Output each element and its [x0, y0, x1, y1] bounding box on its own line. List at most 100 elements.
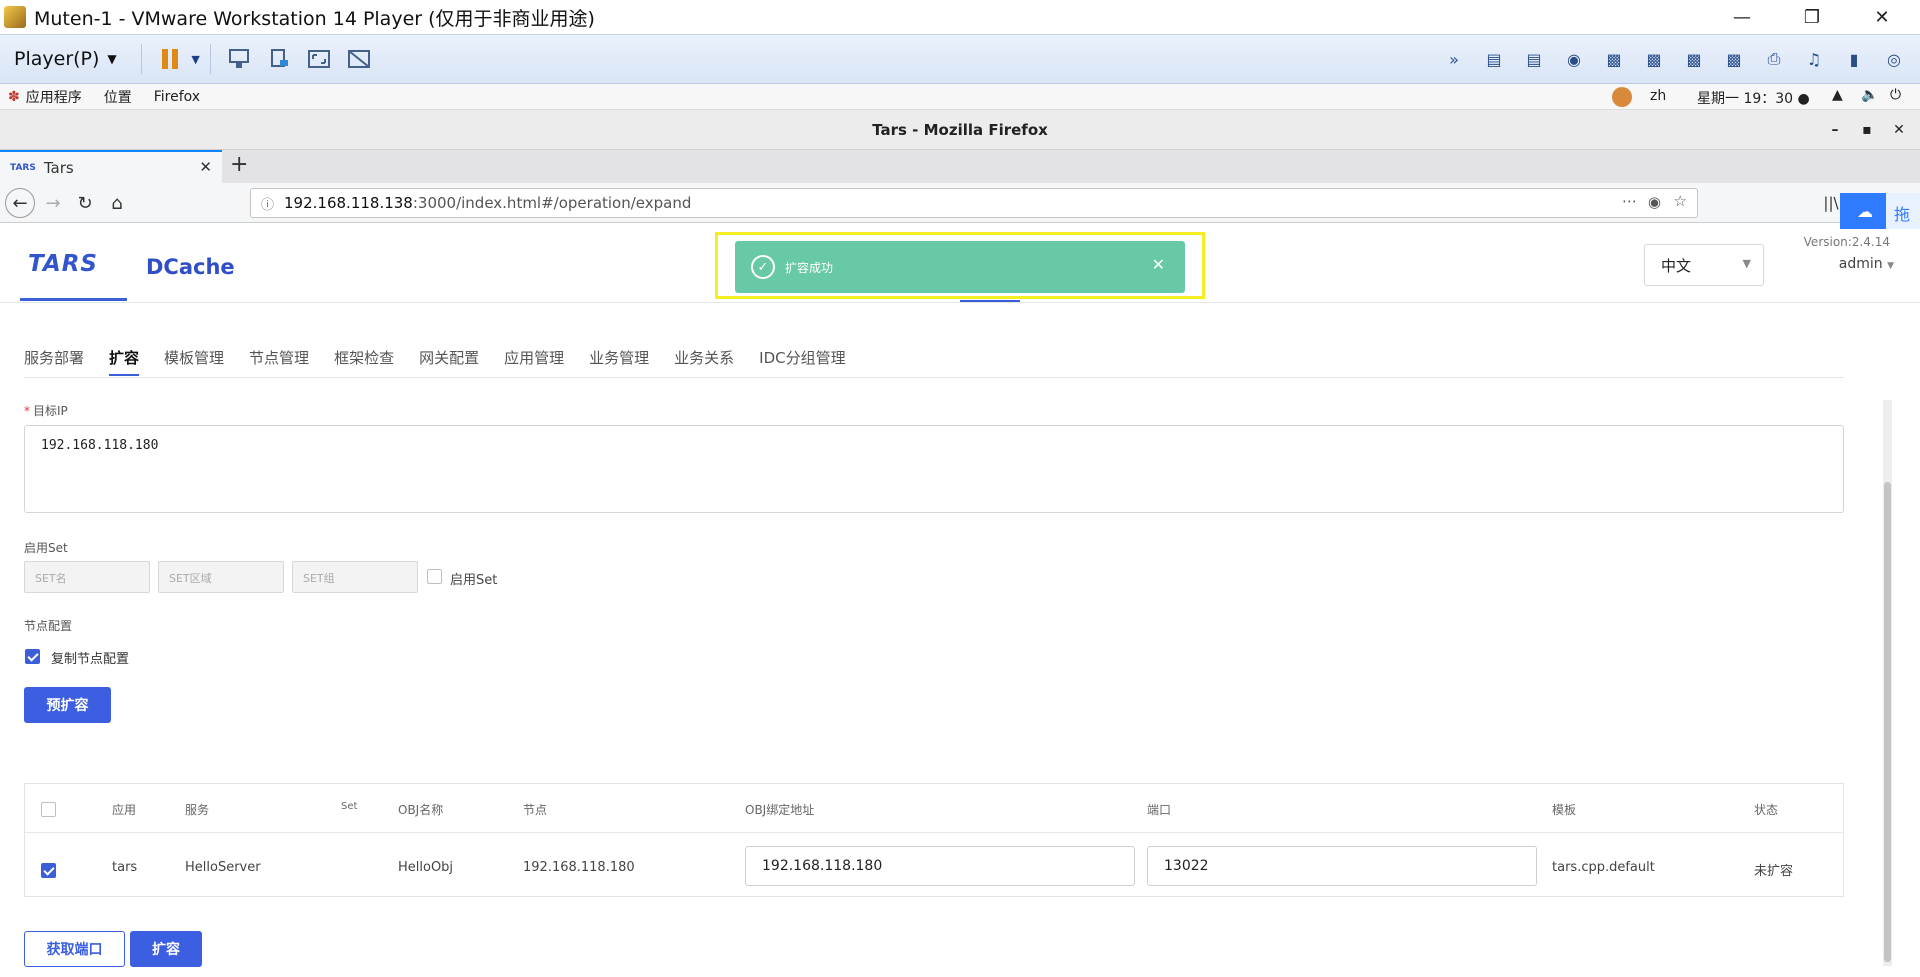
- pocket-icon[interactable]: ◉: [1648, 193, 1661, 211]
- places-menu[interactable]: 位置: [104, 87, 132, 107]
- cell-node: 192.168.118.180: [523, 860, 635, 875]
- toolbar-separator: [209, 44, 211, 74]
- tabs-divider: [24, 377, 1844, 378]
- bind-address-input[interactable]: 192.168.118.180: [745, 846, 1135, 886]
- node-config-label: 节点配置: [24, 619, 73, 633]
- pause-icon[interactable]: [157, 47, 183, 71]
- active-nav-indicator: [960, 300, 1020, 302]
- close-icon[interactable]: ✕: [1152, 255, 1165, 274]
- reload-icon[interactable]: ↻: [70, 188, 100, 218]
- input-method-icon[interactable]: [1612, 87, 1632, 107]
- language-indicator[interactable]: zh: [1650, 88, 1666, 104]
- toolbar-separator: [140, 44, 142, 74]
- tab-node[interactable]: 节点管理: [249, 347, 309, 368]
- get-port-button[interactable]: 获取端口: [24, 931, 125, 967]
- apps-menu[interactable]: 应用程序: [26, 87, 82, 107]
- set-group-input[interactable]: SET组: [292, 561, 418, 593]
- page-actions-icon[interactable]: ⋯: [1622, 192, 1637, 210]
- copy-node-config-checkbox[interactable]: [25, 649, 40, 664]
- tab-expand[interactable]: 扩容: [109, 347, 140, 376]
- enable-set-checkbox[interactable]: [427, 569, 442, 584]
- camera-icon[interactable]: ◎: [1880, 47, 1908, 71]
- tab-title: Tars: [43, 158, 74, 177]
- dcache-logo[interactable]: DCache: [146, 255, 235, 279]
- printer-icon[interactable]: ⎙: [1760, 47, 1788, 71]
- full-screen-icon[interactable]: [306, 47, 332, 71]
- tab-framework-check[interactable]: 框架检查: [334, 347, 394, 368]
- network-adapter-icon[interactable]: ▩: [1680, 47, 1708, 71]
- set-area-input[interactable]: SET区域: [158, 561, 284, 593]
- close-icon[interactable]: ✕: [1884, 110, 1914, 150]
- tab-template[interactable]: 模板管理: [164, 347, 224, 368]
- device-icons: » ▤ ▤ ◉ ▩ ▩ ▩ ▩ ⎙ ♫ ▮ ◎: [1440, 47, 1908, 71]
- maximize-icon[interactable]: ▪: [1852, 110, 1882, 150]
- player-menu[interactable]: Player(P) ▼: [14, 48, 117, 70]
- scrollbar-thumb[interactable]: [1884, 482, 1891, 962]
- tars-logo[interactable]: TARS: [28, 251, 98, 277]
- unity-icon[interactable]: [346, 47, 372, 71]
- minimize-icon[interactable]: —: [1714, 0, 1770, 34]
- bookmark-star-icon[interactable]: ☆: [1674, 192, 1687, 210]
- sound-card-icon[interactable]: ♫: [1800, 47, 1828, 71]
- pause-dropdown-icon[interactable]: ▼: [190, 47, 202, 71]
- tab-app[interactable]: 应用管理: [504, 347, 564, 368]
- target-ip-textarea[interactable]: 192.168.118.180: [24, 425, 1844, 513]
- network-adapter-icon[interactable]: ▩: [1600, 47, 1628, 71]
- firefox-title-bar: Tars - Mozilla Firefox – ▪ ✕: [0, 110, 1920, 150]
- select-all-checkbox[interactable]: [41, 802, 56, 817]
- main-content: 服务部署 扩容 模板管理 节点管理 框架检查 网关配置 应用管理 业务管理 业务…: [0, 303, 1920, 977]
- port-input[interactable]: 13022: [1147, 846, 1537, 886]
- version-label: Version:2.4.14: [1803, 235, 1890, 249]
- baidu-netdisk-widget[interactable]: ☁ 拖: [1840, 193, 1920, 229]
- cell-status: 未扩容: [1754, 864, 1794, 879]
- cd-dvd-icon[interactable]: ◉: [1560, 47, 1588, 71]
- vmware-title-bar: Muten-1 - VMware Workstation 14 Player (…: [0, 0, 1920, 34]
- network-adapter-icon[interactable]: ▩: [1640, 47, 1668, 71]
- more-devices-icon[interactable]: »: [1440, 47, 1468, 71]
- tab-business[interactable]: 业务管理: [589, 347, 649, 368]
- usb-icon[interactable]: ▮: [1840, 47, 1868, 71]
- removable-devices-icon[interactable]: [266, 47, 292, 71]
- close-tab-icon[interactable]: ✕: [199, 158, 212, 176]
- cell-server: HelloServer: [185, 860, 261, 875]
- network-icon[interactable]: ▲: [1832, 87, 1843, 103]
- expand-button[interactable]: 扩容: [130, 931, 202, 967]
- user-menu[interactable]: admin ▼: [1839, 256, 1894, 272]
- tab-idc-group[interactable]: IDC分组管理: [759, 347, 845, 368]
- url-host: 192.168.118.138: [284, 194, 413, 212]
- vmware-window-title: Muten-1 - VMware Workstation 14 Player (…: [34, 7, 595, 30]
- tab-business-relation[interactable]: 业务关系: [674, 347, 734, 368]
- page-scrollbar[interactable]: [1883, 400, 1892, 966]
- new-tab-icon[interactable]: +: [230, 152, 248, 177]
- power-icon[interactable]: ⏻: [1890, 87, 1901, 103]
- send-ctrl-alt-del-icon[interactable]: [226, 47, 252, 71]
- chevron-down-icon: ▼: [1887, 261, 1894, 271]
- hard-disk-icon[interactable]: ▤: [1480, 47, 1508, 71]
- info-icon[interactable]: ⓘ: [261, 194, 274, 213]
- language-select[interactable]: 中文 ▼: [1644, 244, 1764, 286]
- hard-disk-icon[interactable]: ▤: [1520, 47, 1548, 71]
- col-status: 状态: [1754, 803, 1779, 817]
- browser-tab[interactable]: TARS Tars ✕: [0, 150, 222, 183]
- row-checkbox[interactable]: [41, 863, 56, 878]
- chevron-down-icon: ▼: [1742, 257, 1751, 270]
- set-name-input[interactable]: SET名: [24, 561, 150, 593]
- pre-expand-button[interactable]: 预扩容: [24, 687, 111, 723]
- close-icon[interactable]: ✕: [1854, 0, 1910, 34]
- volume-icon[interactable]: 🔈: [1861, 87, 1878, 103]
- col-node: 节点: [523, 803, 548, 817]
- tab-gateway[interactable]: 网关配置: [419, 347, 479, 368]
- network-adapter-icon[interactable]: ▩: [1720, 47, 1748, 71]
- tab-deploy[interactable]: 服务部署: [24, 347, 84, 368]
- player-menu-label: Player(P): [14, 48, 100, 70]
- restore-icon[interactable]: ❐: [1784, 0, 1840, 34]
- baidu-widget-text: 拖: [1894, 205, 1911, 224]
- minimize-icon[interactable]: –: [1820, 110, 1850, 150]
- firefox-menu[interactable]: Firefox: [154, 89, 200, 105]
- forward-icon[interactable]: →: [38, 188, 68, 218]
- favicon-icon: TARS: [10, 162, 36, 173]
- url-bar[interactable]: ⓘ 192.168.118.138:3000/index.html#/opera…: [250, 188, 1698, 218]
- back-icon[interactable]: ←: [5, 188, 35, 218]
- home-icon[interactable]: ⌂: [102, 188, 132, 218]
- clock[interactable]: 星期一 19：30 ●: [1697, 88, 1810, 108]
